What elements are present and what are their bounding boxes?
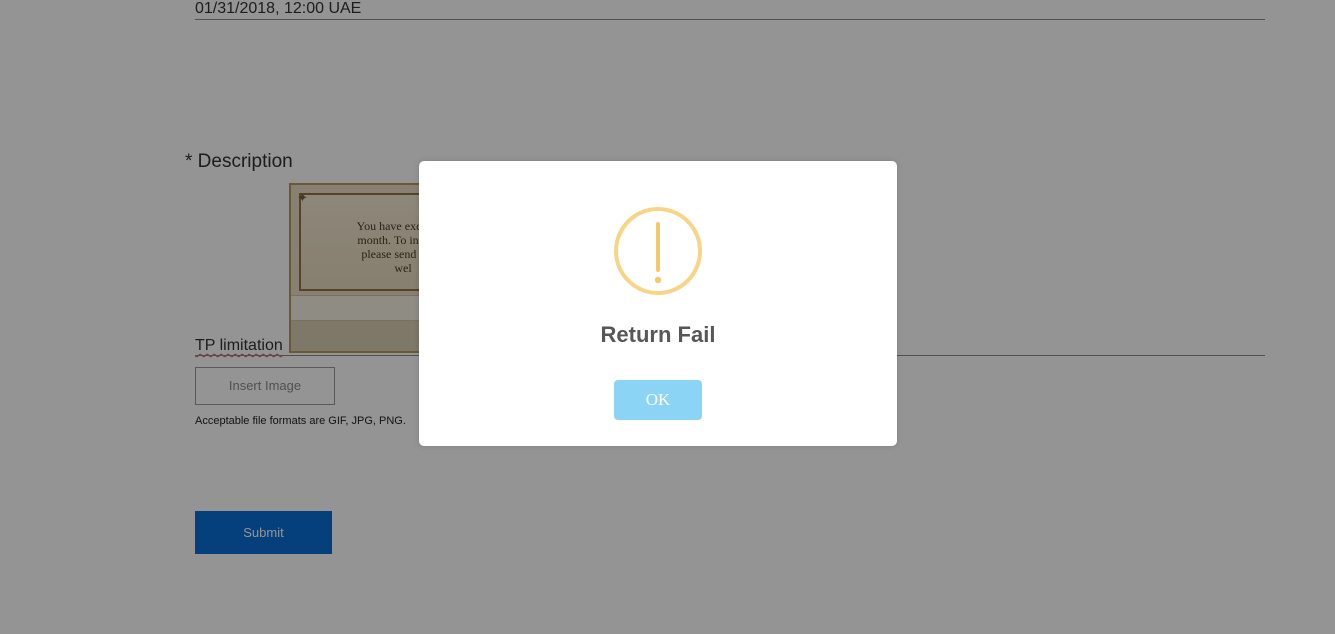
dialog-title: Return Fail: [600, 322, 716, 347]
alert-dialog: Return Fail OK: [419, 161, 897, 446]
ok-button[interactable]: OK: [614, 380, 702, 420]
page: 01/31/2018, 12:00 UAE * Description ✦ Yo…: [0, 0, 1335, 634]
exclamation-circle-icon: [614, 207, 702, 295]
